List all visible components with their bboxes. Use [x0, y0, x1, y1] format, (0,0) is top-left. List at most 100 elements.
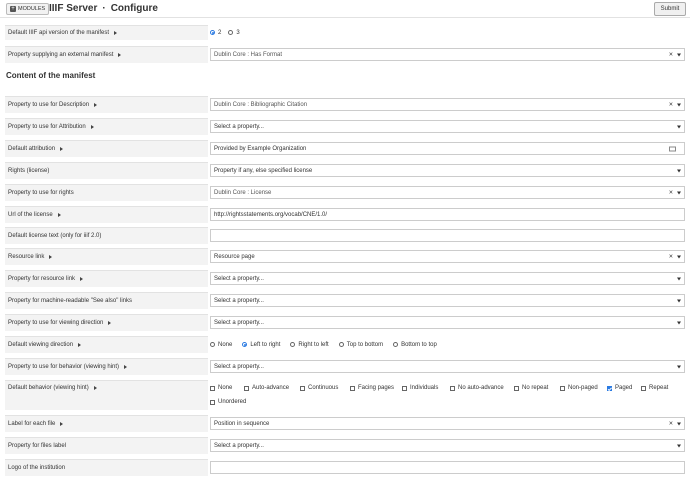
checkbox-icon[interactable]: [450, 385, 455, 391]
chevron-down-icon[interactable]: [677, 103, 681, 106]
logo-input[interactable]: [210, 461, 685, 474]
caret-right-icon[interactable]: [49, 255, 53, 259]
radio-icon[interactable]: [393, 342, 399, 347]
plus-icon: +: [10, 6, 16, 12]
behavior-auto-advance[interactable]: Auto-advance: [244, 385, 289, 391]
viewing-direction-bottom-to-top[interactable]: Bottom to top: [393, 342, 437, 348]
viewing-direction-top-to-bottom[interactable]: Top to bottom: [338, 342, 383, 348]
chevron-down-icon[interactable]: [677, 365, 681, 368]
caret-right-icon[interactable]: [118, 53, 122, 57]
license-url-input[interactable]: http://rightsstatements.org/vocab/CNE/1.…: [210, 208, 685, 221]
checkbox-icon[interactable]: [560, 385, 565, 391]
submit-button[interactable]: Submit: [654, 2, 686, 16]
file-label-select[interactable]: Position in sequence ×: [210, 417, 685, 430]
radio-icon[interactable]: [242, 342, 248, 347]
behavior-continuous[interactable]: Continuous: [300, 385, 338, 391]
behavior-no-repeat[interactable]: No repeat: [514, 385, 548, 391]
radio-icon[interactable]: [338, 342, 344, 347]
checkbox-icon[interactable]: [402, 385, 407, 391]
chevron-down-icon[interactable]: [677, 321, 681, 324]
behavior-facing-pages[interactable]: Facing pages: [350, 385, 394, 391]
caret-right-icon[interactable]: [60, 422, 64, 426]
behavior-repeat[interactable]: Repeat: [641, 385, 668, 391]
attribution-select[interactable]: Select a property...: [210, 120, 685, 133]
close-icon[interactable]: ×: [669, 51, 673, 58]
default-attribution-input[interactable]: Provided by Example Organization: [210, 142, 685, 155]
chevron-down-icon[interactable]: [677, 53, 681, 56]
caret-right-icon[interactable]: [60, 147, 64, 151]
api-version-label: Default IIIF api version of the manifest: [5, 25, 208, 40]
chevron-down-icon[interactable]: [677, 125, 681, 128]
checkbox-icon[interactable]: [300, 385, 305, 391]
caret-right-icon[interactable]: [93, 386, 97, 390]
title-separator: ·: [102, 3, 106, 14]
row-file-label: Label for each file Position in sequence…: [5, 415, 685, 432]
files-label-property-select[interactable]: Select a property...: [210, 439, 685, 452]
page-name: Configure: [110, 3, 158, 14]
radio-icon[interactable]: [210, 342, 215, 347]
caret-right-icon[interactable]: [57, 213, 61, 217]
checkbox-icon[interactable]: [244, 385, 249, 391]
caret-right-icon[interactable]: [94, 103, 98, 107]
checkbox-icon[interactable]: [350, 385, 355, 391]
resource-link-select[interactable]: Resource page ×: [210, 250, 685, 263]
viewing-direction-none[interactable]: None: [210, 342, 232, 348]
close-icon[interactable]: ×: [669, 189, 673, 196]
chevron-down-icon[interactable]: [677, 169, 681, 172]
behavior-unordered[interactable]: Unordered: [210, 399, 246, 405]
behavior-non-paged[interactable]: Non-paged: [560, 385, 598, 391]
resource-link-property-select[interactable]: Select a property...: [210, 272, 685, 285]
asset-picker-icon[interactable]: [669, 146, 676, 151]
caret-right-icon[interactable]: [108, 321, 112, 325]
chevron-down-icon[interactable]: [677, 255, 681, 258]
modules-label: MODULES: [18, 6, 46, 12]
attribution-label: Property to use for Attribution: [5, 118, 208, 135]
chevron-down-icon[interactable]: [677, 277, 681, 280]
chevron-down-icon[interactable]: [677, 422, 681, 425]
description-select[interactable]: Dublin Core : Bibliographic Citation ×: [210, 98, 685, 111]
close-icon[interactable]: ×: [669, 253, 673, 260]
behavior-no-auto-advance[interactable]: No auto-advance: [450, 385, 504, 391]
api-version-option-3[interactable]: 3: [228, 30, 240, 36]
license-text-input[interactable]: [210, 229, 685, 242]
modules-button[interactable]: + MODULES: [6, 3, 50, 15]
see-also-select[interactable]: Select a property...: [210, 294, 685, 307]
viewing-direction-left-to-right[interactable]: Left to right: [242, 342, 280, 348]
radio-icon[interactable]: [228, 30, 234, 35]
checkbox-icon[interactable]: [641, 385, 646, 391]
viewing-direction-right-to-left[interactable]: Right to left: [290, 342, 329, 348]
caret-right-icon[interactable]: [78, 343, 82, 347]
row-license-url: Url of the license http://rightsstatemen…: [5, 206, 685, 223]
chevron-down-icon[interactable]: [677, 191, 681, 194]
external-manifest-label: Property supplying an external manifest: [5, 46, 208, 63]
row-resource-link: Resource link Resource page ×: [5, 248, 685, 265]
viewing-direction-property-select[interactable]: Select a property...: [210, 316, 685, 329]
api-version-option-2[interactable]: 2: [210, 30, 221, 36]
chevron-down-icon[interactable]: [677, 299, 681, 302]
behavior-individuals[interactable]: Individuals: [402, 385, 438, 391]
rights-select[interactable]: Property if any, else specified license: [210, 164, 685, 177]
behavior-paged[interactable]: Paged: [607, 385, 632, 391]
license-text-label: Default license text (only for iiif 2.0): [5, 227, 208, 244]
chevron-down-icon[interactable]: [677, 444, 681, 447]
checkbox-icon[interactable]: [607, 385, 612, 391]
caret-right-icon[interactable]: [90, 125, 94, 129]
behavior-property-select[interactable]: Select a property...: [210, 360, 685, 373]
viewing-direction-label: Default viewing direction: [5, 336, 208, 353]
radio-icon[interactable]: [210, 30, 215, 35]
row-see-also: Property for machine-readable "See also"…: [5, 292, 685, 309]
caret-right-icon[interactable]: [124, 365, 128, 369]
rights-property-select[interactable]: Dublin Core : License ×: [210, 186, 685, 199]
caret-right-icon[interactable]: [114, 31, 118, 35]
checkbox-icon[interactable]: [210, 385, 215, 391]
behavior-none[interactable]: None: [210, 385, 232, 391]
checkbox-icon[interactable]: [514, 385, 519, 391]
close-icon[interactable]: ×: [669, 101, 673, 108]
radio-icon[interactable]: [290, 342, 296, 347]
external-manifest-select[interactable]: Dublin Core : Has Format ×: [210, 48, 685, 61]
close-icon[interactable]: ×: [669, 420, 673, 427]
module-name: IIIF Server: [49, 3, 98, 14]
row-behavior-property: Property to use for behavior (viewing hi…: [5, 358, 685, 375]
caret-right-icon[interactable]: [80, 277, 84, 281]
checkbox-icon[interactable]: [210, 399, 215, 405]
